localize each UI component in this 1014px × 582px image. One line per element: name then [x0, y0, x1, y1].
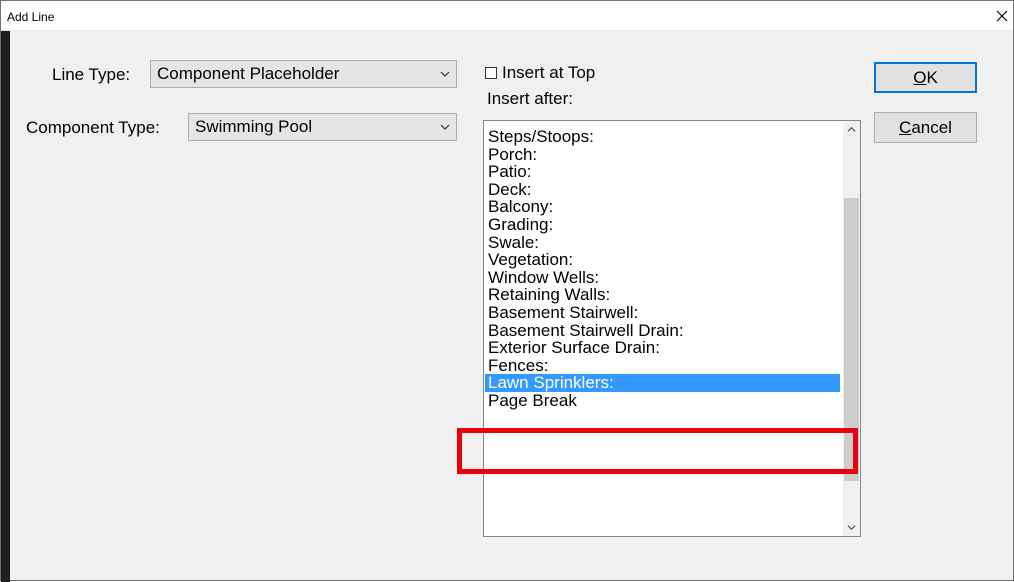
list-item[interactable]: Basement Stairwell Drain: — [485, 322, 840, 340]
list-item[interactable]: Deck: — [485, 181, 840, 199]
chevron-down-icon — [847, 525, 856, 531]
scroll-up-button[interactable] — [843, 121, 860, 138]
list-item[interactable]: Exterior Surface Drain: — [485, 339, 840, 357]
component-type-select[interactable]: Swimming Pool — [188, 113, 457, 141]
list-item[interactable]: Balcony: — [485, 198, 840, 216]
chevron-down-icon — [440, 124, 450, 130]
component-type-value: Swimming Pool — [195, 117, 313, 136]
listbox-items: Steps/Stoops: Porch: Patio: Deck: Balcony: Gr… — [484, 128, 840, 410]
close-icon — [996, 10, 1008, 22]
insert-at-top-label: Insert at Top — [502, 63, 596, 82]
listbox-scrollbar[interactable] — [843, 121, 860, 536]
list-item[interactable]: Page Break — [485, 392, 840, 410]
line-type-select[interactable]: Component Placeholder — [150, 60, 457, 88]
list-item[interactable]: Window Wells: — [485, 269, 840, 287]
ok-mnemonic: O — [913, 67, 927, 87]
cancel-mnemonic: C — [899, 117, 912, 137]
chevron-up-icon — [847, 126, 856, 132]
list-item[interactable]: Porch: — [485, 146, 840, 164]
window-title: Add Line — [7, 10, 55, 24]
line-type-value: Component Placeholder — [157, 64, 340, 83]
cancel-label-rest: ancel — [911, 117, 952, 137]
list-item[interactable]: Vegetation: — [485, 251, 840, 269]
list-item[interactable]: Swale: — [485, 234, 840, 252]
list-item[interactable]: Grading: — [485, 216, 840, 234]
title-bar: Add Line — [1, 1, 1013, 31]
insert-after-label: Insert after: — [487, 89, 573, 108]
list-item[interactable]: Retaining Walls: — [485, 286, 840, 304]
scroll-thumb[interactable] — [844, 198, 859, 481]
list-item[interactable]: Steps/Stoops: — [485, 128, 840, 146]
ok-label-rest: K — [926, 67, 938, 87]
list-item[interactable]: Patio: — [485, 163, 840, 181]
insert-at-top-checkbox[interactable] — [485, 67, 497, 79]
cancel-button-label: Cancel — [899, 118, 952, 138]
cancel-button[interactable]: Cancel — [874, 112, 977, 143]
scroll-down-button[interactable] — [843, 519, 860, 536]
chevron-down-icon — [440, 71, 450, 77]
close-button[interactable] — [991, 5, 1013, 27]
list-item[interactable]: Fences: — [485, 357, 840, 375]
ok-button-label: OK — [913, 68, 938, 88]
line-type-label: Line Type: — [52, 65, 131, 84]
add-line-dialog: Add Line Line Type: Component Placeholde… — [0, 0, 1014, 582]
list-item[interactable]: Lawn Sprinklers: — [485, 374, 840, 392]
insert-after-listbox[interactable]: Steps/Stoops: Porch: Patio: Deck: Balcony: Gr… — [483, 120, 861, 537]
dialog-body: Line Type: Component Placeholder Compone… — [10, 31, 1013, 580]
ok-button[interactable]: OK — [874, 62, 977, 93]
component-type-label: Component Type: — [26, 118, 160, 137]
window-left-edge — [1, 31, 10, 582]
insert-at-top-checkbox-row[interactable]: Insert at Top — [485, 63, 595, 83]
list-item[interactable]: Basement Stairwell: — [485, 304, 840, 322]
